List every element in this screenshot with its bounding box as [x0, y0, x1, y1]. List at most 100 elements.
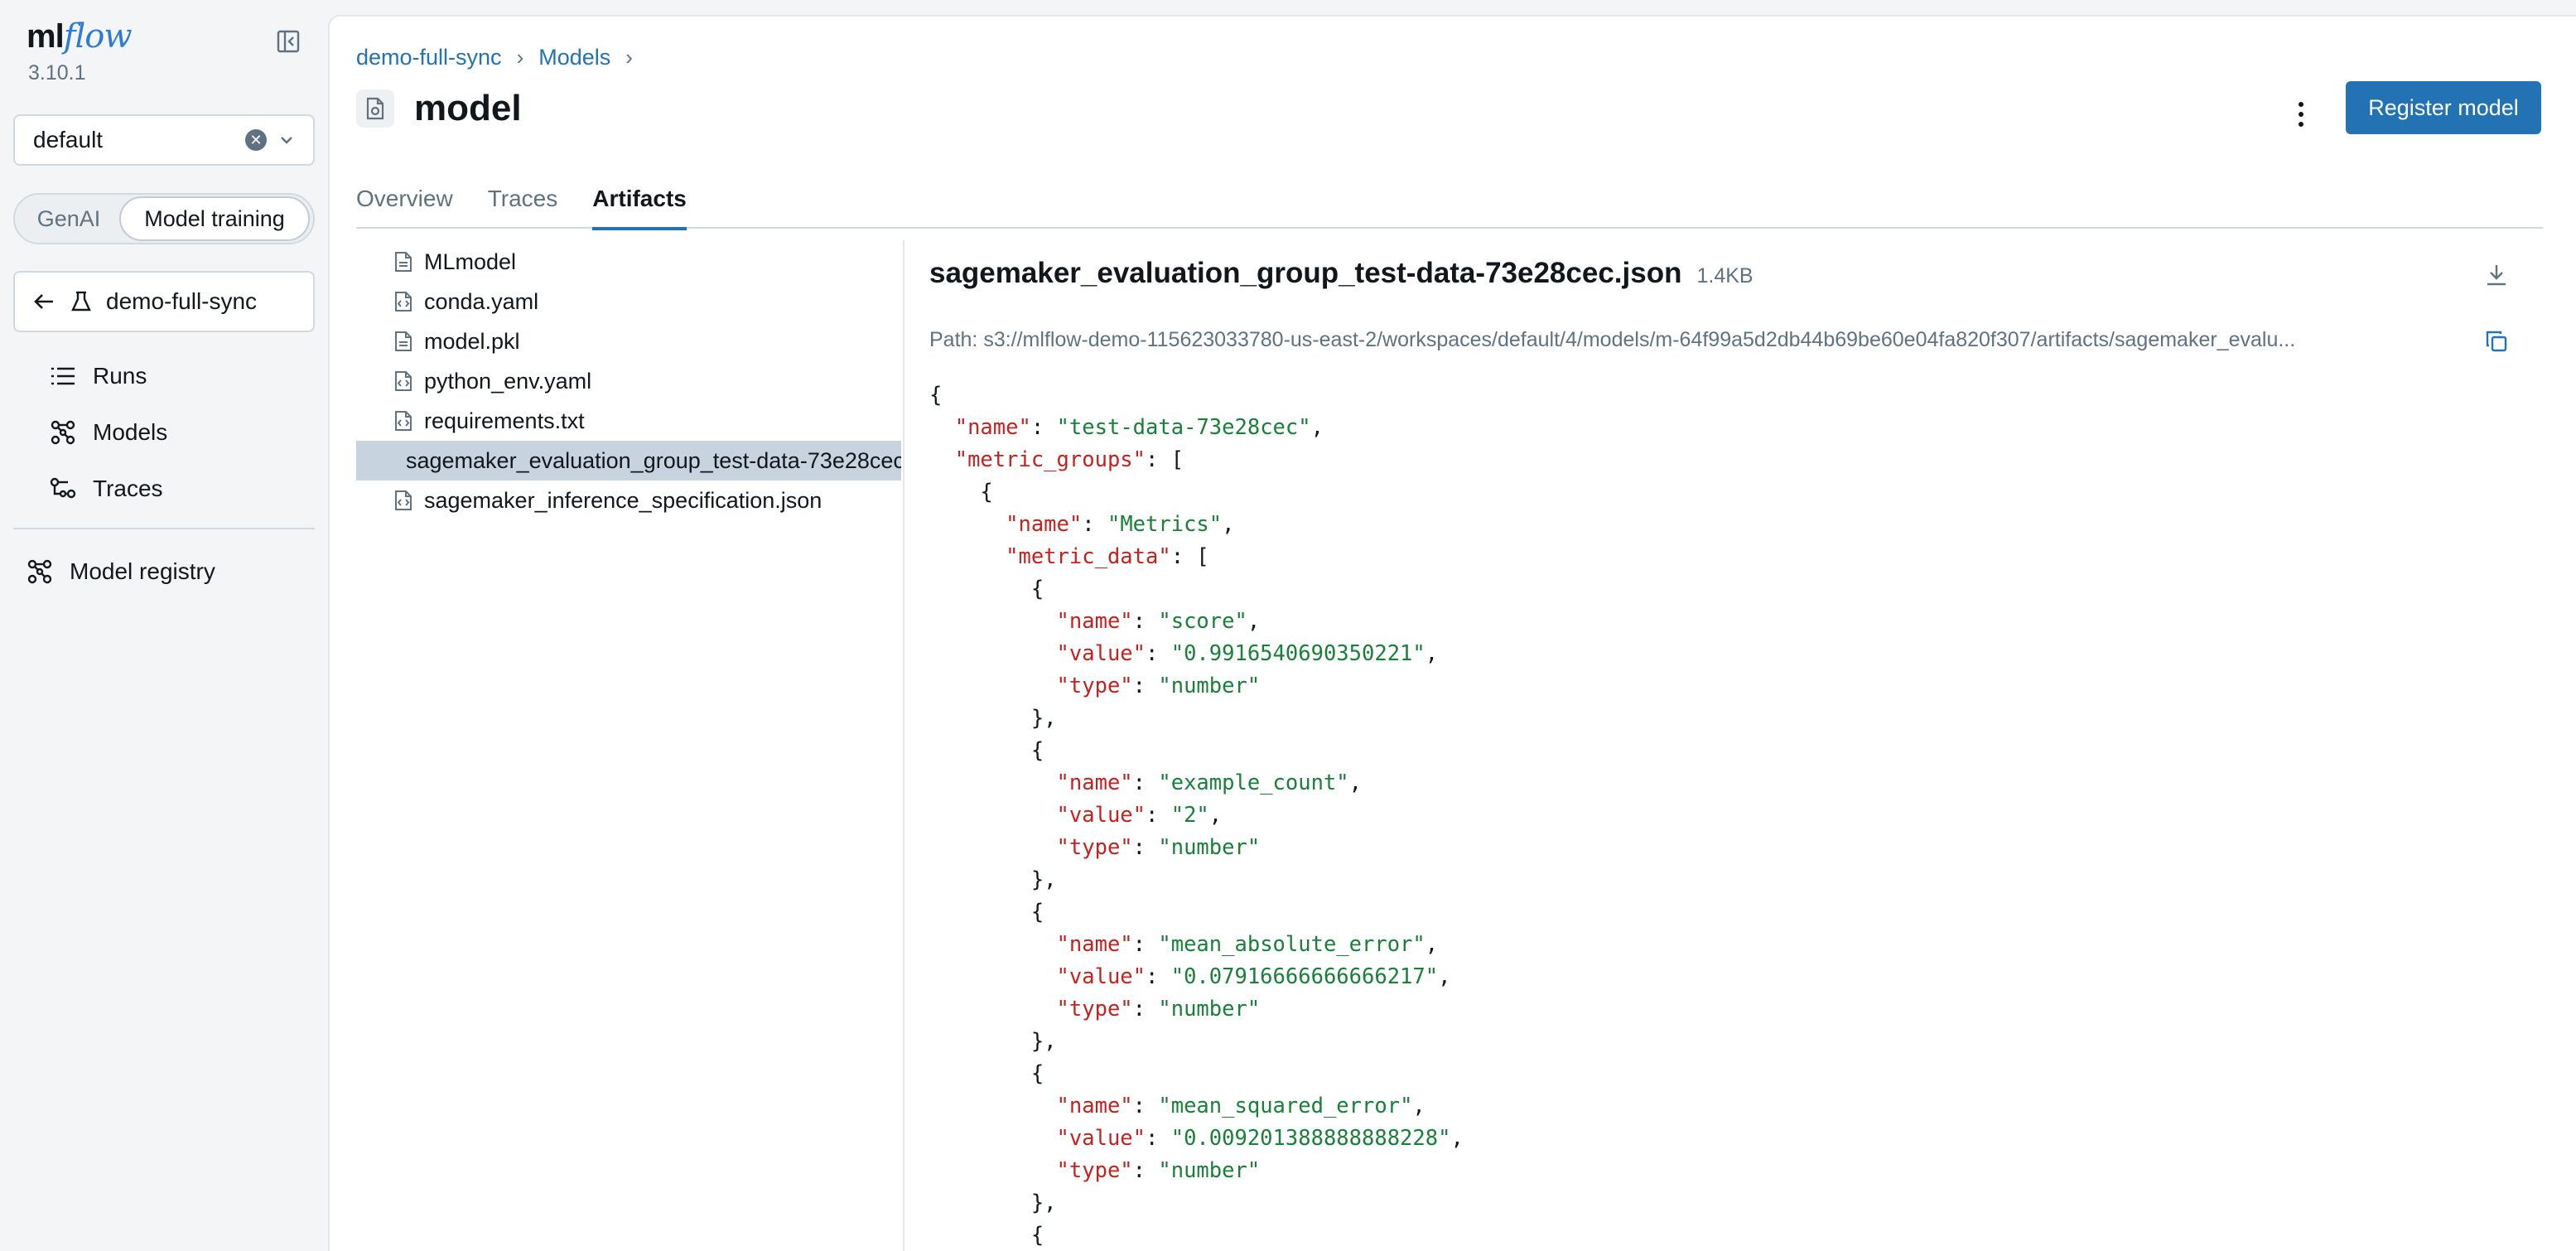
logo-flow-text: flow — [63, 17, 133, 56]
clear-icon[interactable]: ✕ — [245, 129, 267, 151]
register-model-button[interactable]: Register model — [2346, 81, 2541, 134]
file-item-conda-yaml[interactable]: conda.yaml — [356, 282, 901, 321]
json-punct: , — [1310, 415, 1324, 440]
mode-genai[interactable]: GenAI — [18, 196, 119, 241]
app-root: mlflow 3.10.1 default ✕ GenAI Model trai… — [0, 0, 2576, 1251]
json-punct: : — [1132, 770, 1159, 795]
json-punct: : — [1146, 964, 1171, 989]
breadcrumb: demo-full-sync › Models › — [356, 45, 633, 70]
artifact-path: Path: s3://mlflow-demo-115623033780-us-e… — [929, 328, 2296, 351]
copy-icon — [2486, 331, 2507, 352]
arrow-left-icon — [34, 294, 53, 309]
code-line: "value": "2", — [929, 799, 2553, 832]
code-line: "type": "number" — [929, 993, 2553, 1026]
code-line: { — [929, 735, 2553, 767]
json-key: "value" — [1056, 803, 1146, 828]
file-name: model.pkl — [424, 328, 520, 354]
json-punct: }, — [929, 706, 1057, 731]
sidebar-item-runs[interactable]: Runs — [50, 355, 147, 398]
json-punct — [929, 932, 1057, 957]
json-string: "example_count" — [1158, 770, 1349, 795]
json-punct: , — [1438, 964, 1451, 989]
json-punct: { — [929, 1061, 1044, 1086]
collapse-sidebar-button[interactable] — [272, 25, 305, 58]
code-line: }, — [929, 1026, 2553, 1058]
json-punct: , — [1425, 641, 1439, 666]
code-line: { — [929, 1058, 2553, 1090]
mode-model-training[interactable]: Model training — [119, 196, 310, 241]
json-string: "mean_squared_error" — [1158, 1094, 1413, 1118]
json-punct: , — [1208, 803, 1223, 828]
json-punct — [929, 1158, 1057, 1183]
download-button[interactable] — [2478, 257, 2515, 293]
json-string: "number" — [1158, 997, 1261, 1022]
json-key: "type" — [1056, 997, 1133, 1022]
tab-bar: Overview Traces Artifacts — [356, 169, 2543, 230]
json-punct — [929, 447, 955, 472]
json-key: "name" — [954, 415, 1031, 440]
panel-divider[interactable] — [903, 240, 904, 1251]
file-item-model-pkl[interactable]: model.pkl — [356, 321, 901, 361]
code-line: "type": "number" — [929, 670, 2553, 703]
breadcrumb-experiment-link[interactable]: demo-full-sync — [356, 45, 502, 70]
json-punct: : — [1132, 835, 1159, 860]
json-punct — [929, 997, 1057, 1022]
json-punct — [929, 544, 1006, 569]
file-item-mlmodel[interactable]: MLmodel — [356, 242, 901, 282]
sidebar-item-label: Model registry — [70, 558, 215, 584]
json-punct: : — [1132, 674, 1159, 698]
tab-overview[interactable]: Overview — [356, 169, 453, 229]
json-punct: : — [1146, 641, 1171, 666]
code-line: "name": "mean_squared_error", — [929, 1090, 2553, 1123]
json-punct: { — [929, 577, 1044, 601]
json-punct: }, — [929, 1029, 1057, 1054]
json-code-view[interactable]: { "name": "test-data-73e28cec", "metric_… — [929, 379, 2553, 1251]
file-name: sagemaker_evaluation_group_test-data-73e… — [406, 447, 901, 473]
json-string: "0.07916666666666217" — [1170, 964, 1439, 989]
json-punct — [929, 1094, 1057, 1118]
experiment-back-button[interactable]: demo-full-sync — [13, 271, 315, 332]
file-item-sagemaker-evaluation-json[interactable]: sagemaker_evaluation_group_test-data-73e… — [356, 441, 901, 481]
file-item-sagemaker-inference-json[interactable]: sagemaker_inference_specification.json — [356, 481, 901, 520]
json-punct: }, — [929, 867, 1057, 892]
code-line: "name": "test-data-73e28cec", — [929, 412, 2553, 444]
code-line: }, — [929, 1187, 2553, 1220]
json-punct: { — [929, 900, 1044, 925]
json-punct: , — [1425, 932, 1439, 957]
code-line: { — [929, 573, 2553, 606]
json-punct — [929, 1126, 1057, 1151]
file-name: MLmodel — [424, 249, 517, 274]
model-registry-icon — [27, 559, 52, 584]
sidebar-item-model-registry[interactable]: Model registry — [27, 550, 215, 593]
code-line: "type": "number" — [929, 832, 2553, 864]
json-punct — [929, 609, 1057, 634]
more-actions-button[interactable] — [2284, 91, 2318, 138]
model-file-icon — [356, 89, 394, 128]
json-punct: : — [1146, 1126, 1171, 1151]
sidebar-divider — [13, 528, 315, 529]
code-line: }, — [929, 864, 2553, 896]
workspace-select[interactable]: default ✕ — [13, 114, 315, 166]
sidebar-item-label: Traces — [93, 476, 163, 501]
file-item-requirements-txt[interactable]: requirements.txt — [356, 401, 901, 441]
sidebar-item-models[interactable]: Models — [50, 411, 167, 454]
tab-artifacts[interactable]: Artifacts — [592, 169, 687, 230]
json-key: "name" — [1056, 1094, 1133, 1118]
json-key: "type" — [1056, 1158, 1133, 1183]
code-line: { — [929, 476, 2553, 509]
sidebar-item-label: Models — [93, 419, 168, 445]
file-item-python-env-yaml[interactable]: python_env.yaml — [356, 361, 901, 401]
code-line: "value": "0.07916666666666217", — [929, 961, 2553, 993]
json-punct: : — [1132, 1158, 1159, 1183]
json-punct: { — [929, 383, 943, 408]
code-line: "type": "number" — [929, 1155, 2553, 1187]
tab-traces[interactable]: Traces — [488, 169, 558, 229]
breadcrumb-models-link[interactable]: Models — [538, 45, 610, 70]
copy-path-button[interactable] — [2478, 323, 2515, 360]
sidebar-item-traces[interactable]: Traces — [50, 467, 163, 510]
artifact-file-tree: MLmodel conda.yaml model.pkl python_env.… — [356, 242, 901, 520]
chevron-down-icon — [281, 137, 292, 144]
mlflow-logo[interactable]: mlflow — [27, 17, 133, 56]
json-key: "value" — [1056, 1126, 1146, 1151]
json-punct: }, — [929, 1191, 1057, 1215]
